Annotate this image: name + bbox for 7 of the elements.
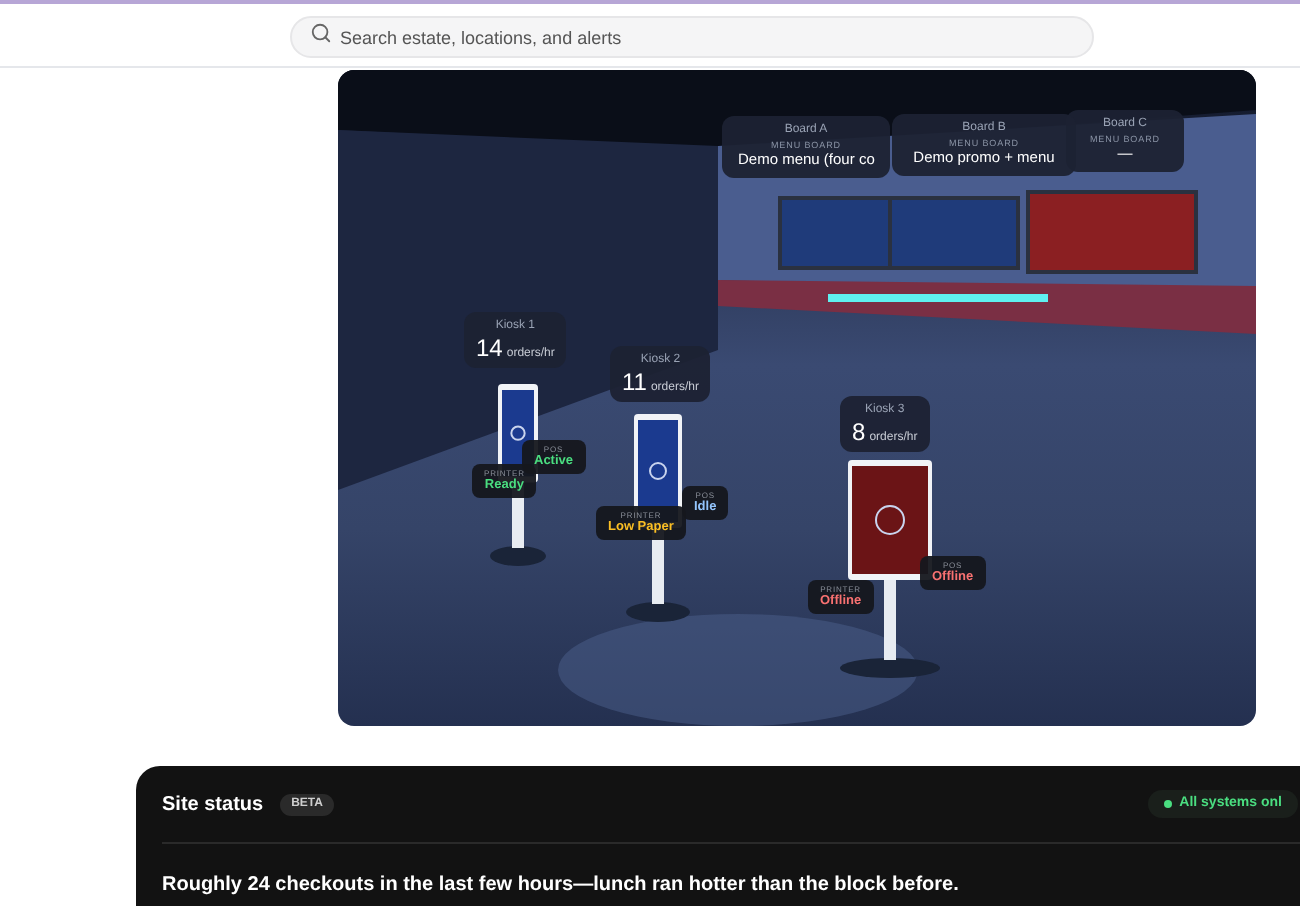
order-rate: 14: [476, 335, 503, 359]
order-rate: 8: [852, 419, 866, 443]
order-rate: 11: [622, 369, 647, 393]
card-title: Site status: [162, 791, 264, 819]
search-field[interactable]: Search estate, locations, and alerts: [290, 16, 1094, 58]
summary-text: Roughly 24 checkouts in the last few hours—lunch ran hotter than the block before.: [162, 872, 961, 900]
search-icon: [310, 21, 332, 43]
